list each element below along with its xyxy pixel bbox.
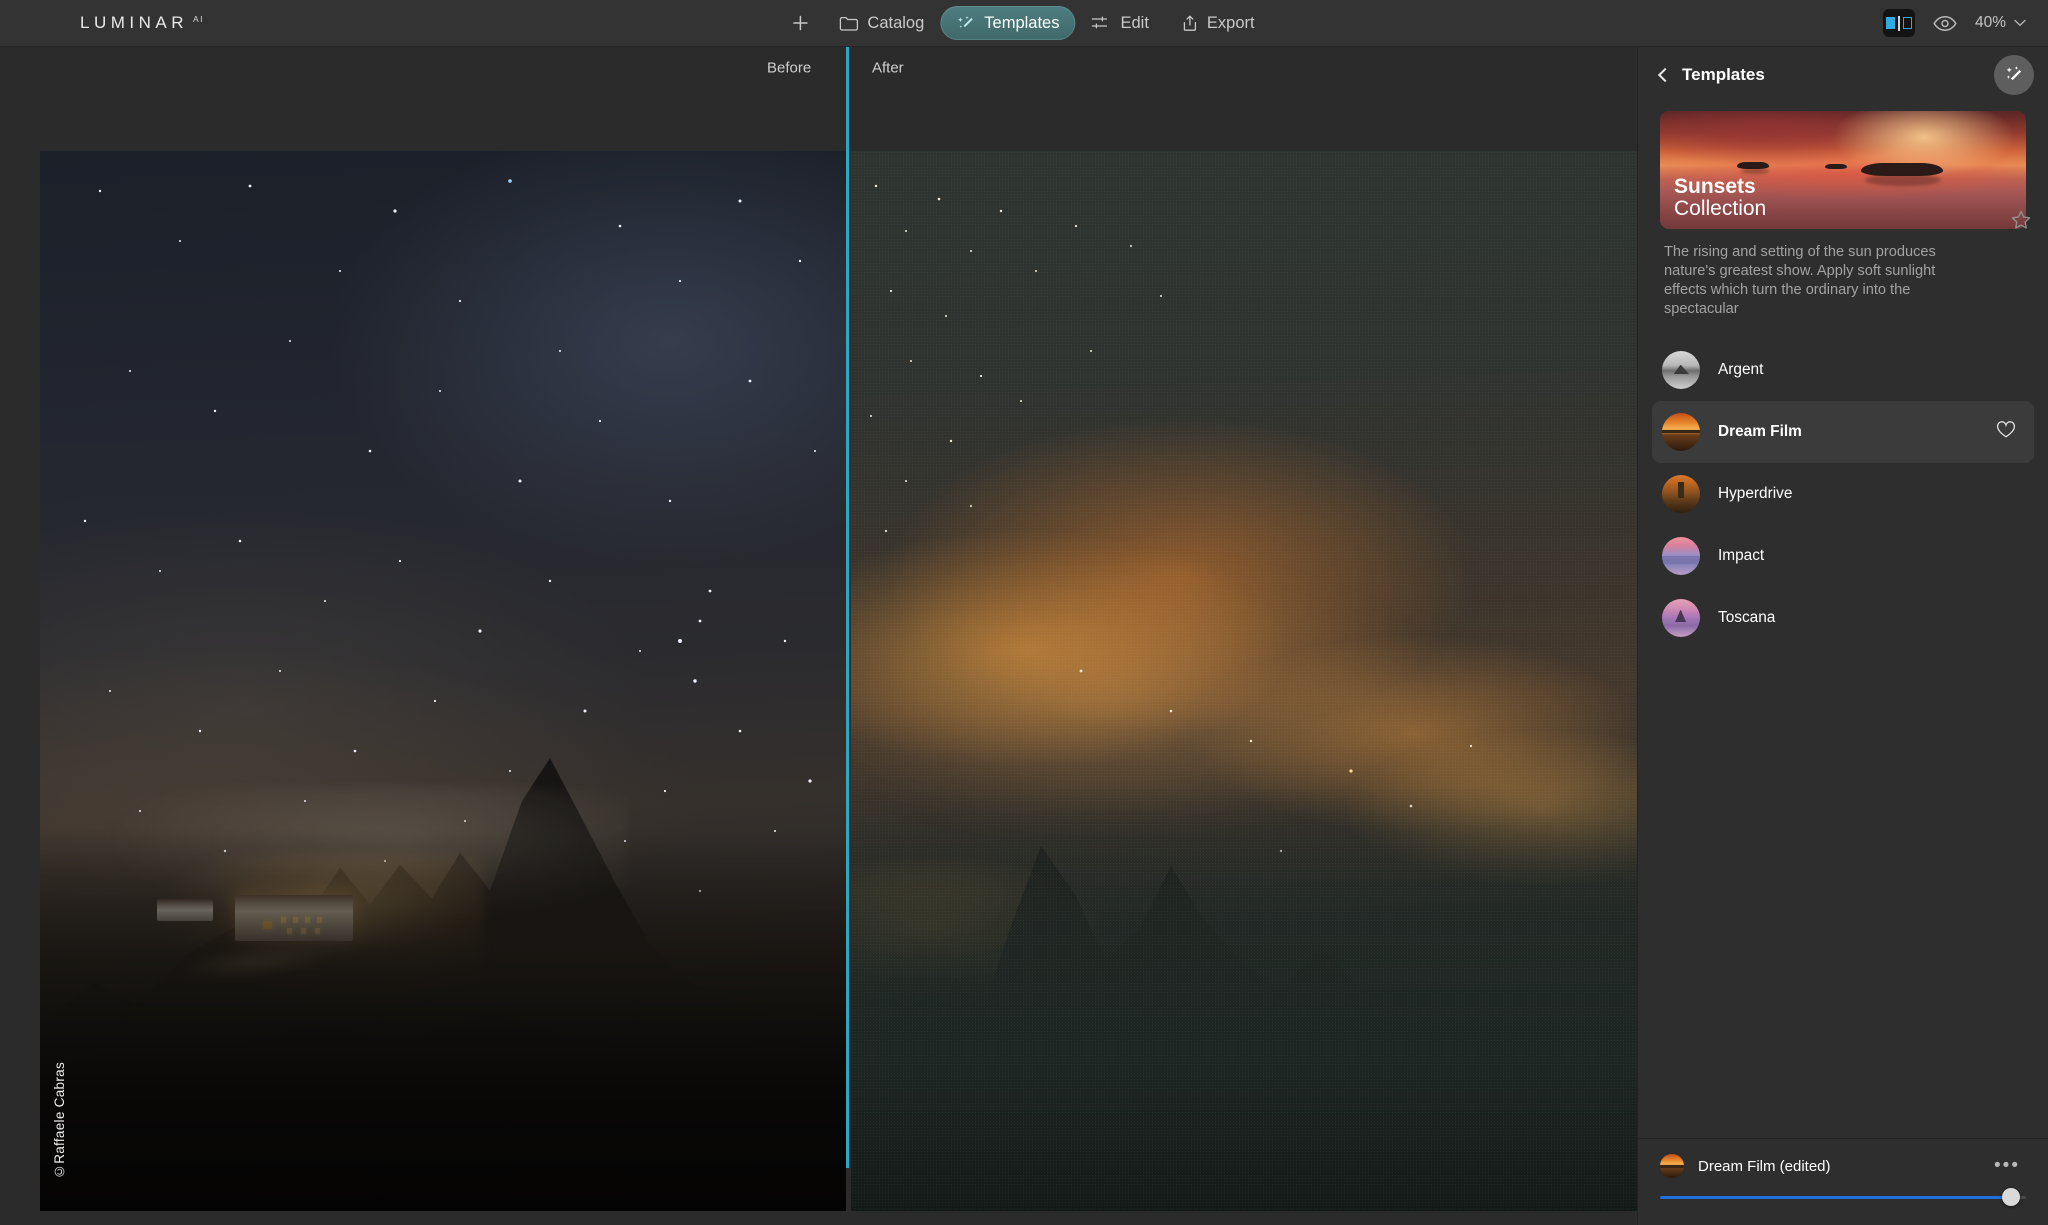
favorite-collection-button[interactable] bbox=[2004, 203, 2038, 237]
tab-export-label: Export bbox=[1206, 13, 1255, 32]
template-name: Dream Film bbox=[1718, 422, 1802, 440]
zoom-level-value: 40% bbox=[1974, 14, 2006, 31]
applied-template-row: Dream Film (edited) ••• bbox=[1660, 1151, 2026, 1181]
main-body: Before After ©Raffaele Cabras Templates … bbox=[0, 47, 2048, 1225]
template-thumbnail bbox=[1662, 536, 1700, 575]
tab-edit[interactable]: Edit bbox=[1075, 6, 1164, 40]
template-item-hyperdrive[interactable]: Hyperdrive bbox=[1652, 463, 2034, 525]
template-thumbnail bbox=[1662, 412, 1700, 451]
template-item-dream-film[interactable]: Dream Film bbox=[1652, 400, 2034, 463]
compare-view-button[interactable] bbox=[1882, 9, 1915, 37]
before-after-divider[interactable] bbox=[846, 47, 849, 1168]
before-after-photo-pair: ©Raffaele Cabras bbox=[40, 47, 1637, 1211]
tab-edit-label: Edit bbox=[1120, 13, 1149, 32]
applied-template-thumbnail bbox=[1660, 1154, 1684, 1178]
after-foreground bbox=[851, 787, 1637, 1211]
compare-divider bbox=[1897, 15, 1900, 31]
before-label: Before bbox=[767, 59, 812, 77]
tab-templates-label: Templates bbox=[984, 13, 1060, 32]
favorite-template-button[interactable] bbox=[1996, 420, 2016, 443]
panel-header: Templates bbox=[1638, 47, 2048, 103]
template-list: Argent Dream Film Hyperdrive Impact Tosc… bbox=[1638, 339, 2048, 649]
plus-icon bbox=[793, 15, 808, 31]
back-chevron-icon[interactable] bbox=[1657, 67, 1673, 83]
luminar-ai-window: LUMINAR AI Catalog Templates Edit Export… bbox=[0, 0, 2048, 1225]
collection-name: Sunsets Collection bbox=[1674, 176, 1766, 220]
tab-catalog[interactable]: Catalog bbox=[823, 6, 940, 40]
collection-name-regular: Collection bbox=[1674, 197, 1767, 221]
image-canvas[interactable]: Before After ©Raffaele Cabras bbox=[0, 47, 1637, 1225]
collection-description: The rising and setting of the sun produc… bbox=[1664, 244, 1936, 317]
template-amount-slider[interactable] bbox=[1660, 1187, 2026, 1207]
template-name: Toscana bbox=[1718, 608, 1776, 626]
collection-name-bold: Sunsets bbox=[1674, 175, 1756, 199]
sliders-icon bbox=[1091, 16, 1108, 29]
toolbar-right-group: 40% bbox=[1882, 9, 2026, 37]
tab-export[interactable]: Export bbox=[1165, 6, 1271, 40]
app-logo: LUMINAR AI bbox=[80, 13, 204, 33]
template-name: Hyperdrive bbox=[1718, 484, 1793, 502]
share-export-icon bbox=[1183, 15, 1196, 31]
zoom-level-control[interactable]: 40% bbox=[1975, 14, 2026, 32]
template-thumbnail bbox=[1662, 598, 1700, 637]
add-photos-button[interactable] bbox=[777, 6, 823, 40]
compare-left-square bbox=[1885, 17, 1895, 29]
after-label: After bbox=[872, 59, 904, 77]
eye-icon[interactable] bbox=[1933, 15, 1957, 32]
applied-template-bar: Dream Film (edited) ••• bbox=[1638, 1138, 2048, 1225]
panel-content[interactable]: Sunsets Collection The rising and settin… bbox=[1638, 103, 2048, 1138]
photo-credit: ©Raffaele Cabras bbox=[52, 1061, 67, 1179]
magic-wand-icon bbox=[2006, 66, 2022, 81]
chevron-down-icon bbox=[2014, 19, 2026, 27]
templates-panel: Templates Sunsets Collection The rising … bbox=[1637, 47, 2048, 1225]
template-thumbnail bbox=[1662, 474, 1700, 513]
app-logo-text: LUMINAR bbox=[80, 13, 189, 32]
ai-suggest-button[interactable] bbox=[1994, 55, 2034, 95]
app-logo-superscript: AI bbox=[193, 14, 205, 24]
compare-right-square bbox=[1902, 17, 1912, 29]
applied-template-name: Dream Film (edited) bbox=[1698, 1157, 1831, 1175]
template-name: Argent bbox=[1718, 360, 1764, 378]
heart-icon bbox=[1996, 421, 2016, 438]
before-image[interactable]: ©Raffaele Cabras bbox=[40, 151, 846, 1211]
panel-title: Templates bbox=[1682, 65, 1765, 84]
template-item-impact[interactable]: Impact bbox=[1652, 525, 2034, 587]
star-icon bbox=[2011, 210, 2031, 229]
slider-fill bbox=[1660, 1196, 2012, 1199]
template-thumbnail bbox=[1662, 350, 1700, 389]
toolbar-center-group: Catalog Templates Edit Export bbox=[777, 6, 1270, 40]
template-name: Impact bbox=[1718, 546, 1765, 564]
tab-templates[interactable]: Templates bbox=[940, 6, 1076, 40]
folder-icon bbox=[839, 16, 859, 31]
collection-cover-card[interactable]: Sunsets Collection bbox=[1660, 111, 2026, 229]
tab-catalog-label: Catalog bbox=[867, 13, 925, 32]
before-foreground bbox=[40, 829, 846, 1211]
template-item-toscana[interactable]: Toscana bbox=[1652, 587, 2034, 649]
before-after-labels: Before After bbox=[0, 47, 1637, 89]
top-toolbar: LUMINAR AI Catalog Templates Edit Export… bbox=[0, 0, 2048, 47]
after-image[interactable] bbox=[851, 151, 1637, 1211]
magic-wand-icon bbox=[957, 15, 973, 28]
template-item-argent[interactable]: Argent bbox=[1652, 339, 2034, 401]
slider-knob[interactable] bbox=[2002, 1188, 2021, 1206]
